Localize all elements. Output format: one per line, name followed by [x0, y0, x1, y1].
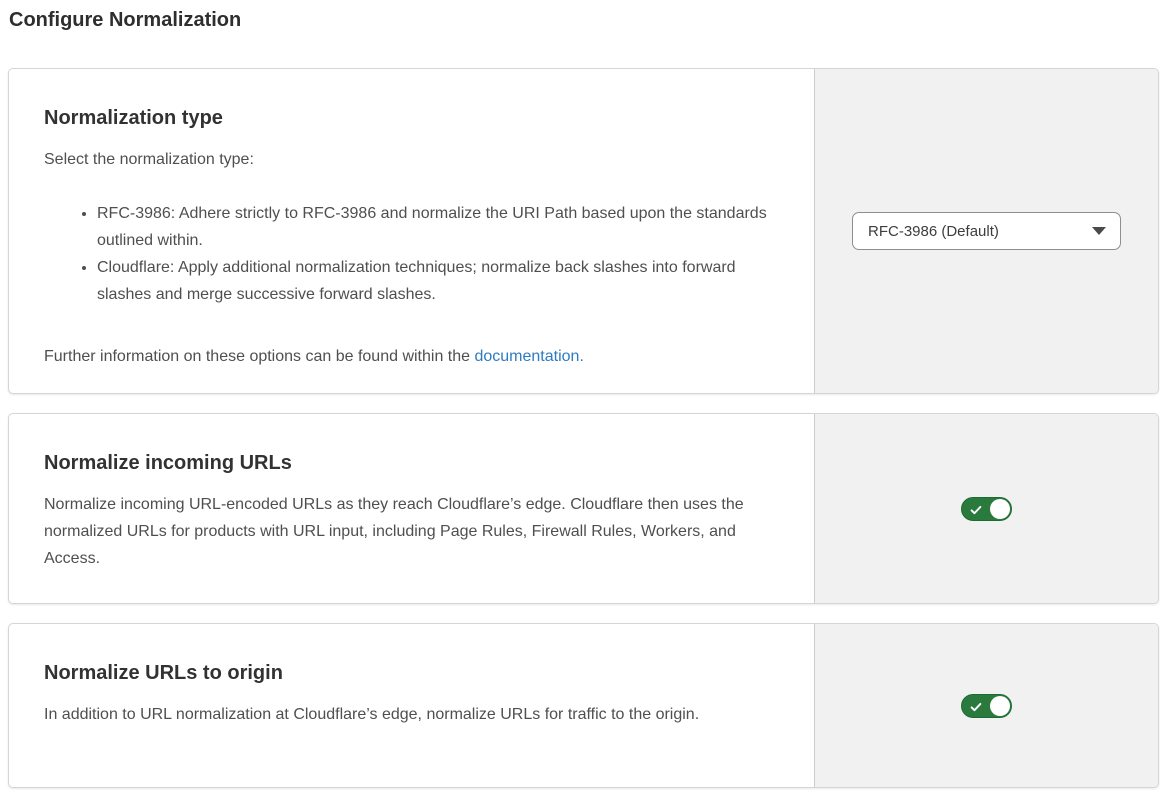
- normalize-incoming-urls-heading: Normalize incoming URLs: [44, 450, 774, 476]
- footer-suffix: .: [579, 348, 583, 365]
- normalize-incoming-urls-toggle[interactable]: [961, 497, 1012, 521]
- normalize-urls-to-origin-control-panel: [814, 624, 1158, 787]
- normalize-incoming-urls-description: Normalize incoming URL-encoded URLs as t…: [44, 491, 769, 572]
- normalize-urls-to-origin-heading: Normalize URLs to origin: [44, 660, 774, 686]
- normalize-incoming-urls-content: Normalize incoming URLs Normalize incomi…: [9, 414, 814, 603]
- normalize-incoming-urls-card: Normalize incoming URLs Normalize incomi…: [8, 413, 1159, 604]
- normalization-type-select-value: RFC-3986 (Default): [868, 223, 999, 240]
- normalization-type-content: Normalization type Select the normalizat…: [9, 69, 814, 393]
- normalization-type-heading: Normalization type: [44, 105, 774, 131]
- normalization-type-footer: Further information on these options can…: [44, 345, 774, 369]
- normalization-type-control-panel: RFC-3986 (Default): [814, 69, 1158, 393]
- list-item-rfc3986: RFC-3986: Adhere strictly to RFC-3986 an…: [97, 200, 774, 254]
- chevron-down-icon: [1092, 227, 1106, 235]
- toggle-knob: [990, 696, 1010, 716]
- check-icon: [969, 503, 983, 517]
- documentation-link[interactable]: documentation: [474, 348, 579, 365]
- normalization-type-card: Normalization type Select the normalizat…: [8, 68, 1159, 394]
- normalization-type-options-list: RFC-3986: Adhere strictly to RFC-3986 an…: [44, 200, 774, 308]
- check-icon: [969, 700, 983, 714]
- normalization-type-intro: Select the normalization type:: [44, 146, 769, 173]
- list-item-cloudflare: Cloudflare: Apply additional normalizati…: [97, 254, 774, 308]
- toggle-knob: [990, 499, 1010, 519]
- normalize-urls-to-origin-content: Normalize URLs to origin In addition to …: [9, 624, 814, 787]
- footer-text: Further information on these options can…: [44, 348, 474, 365]
- page-title: Configure Normalization: [9, 8, 1167, 32]
- normalize-urls-to-origin-card: Normalize URLs to origin In addition to …: [8, 623, 1159, 788]
- normalize-incoming-urls-control-panel: [814, 414, 1158, 603]
- normalize-urls-to-origin-description: In addition to URL normalization at Clou…: [44, 701, 769, 728]
- normalize-urls-to-origin-toggle[interactable]: [961, 694, 1012, 718]
- normalization-type-select[interactable]: RFC-3986 (Default): [852, 212, 1121, 250]
